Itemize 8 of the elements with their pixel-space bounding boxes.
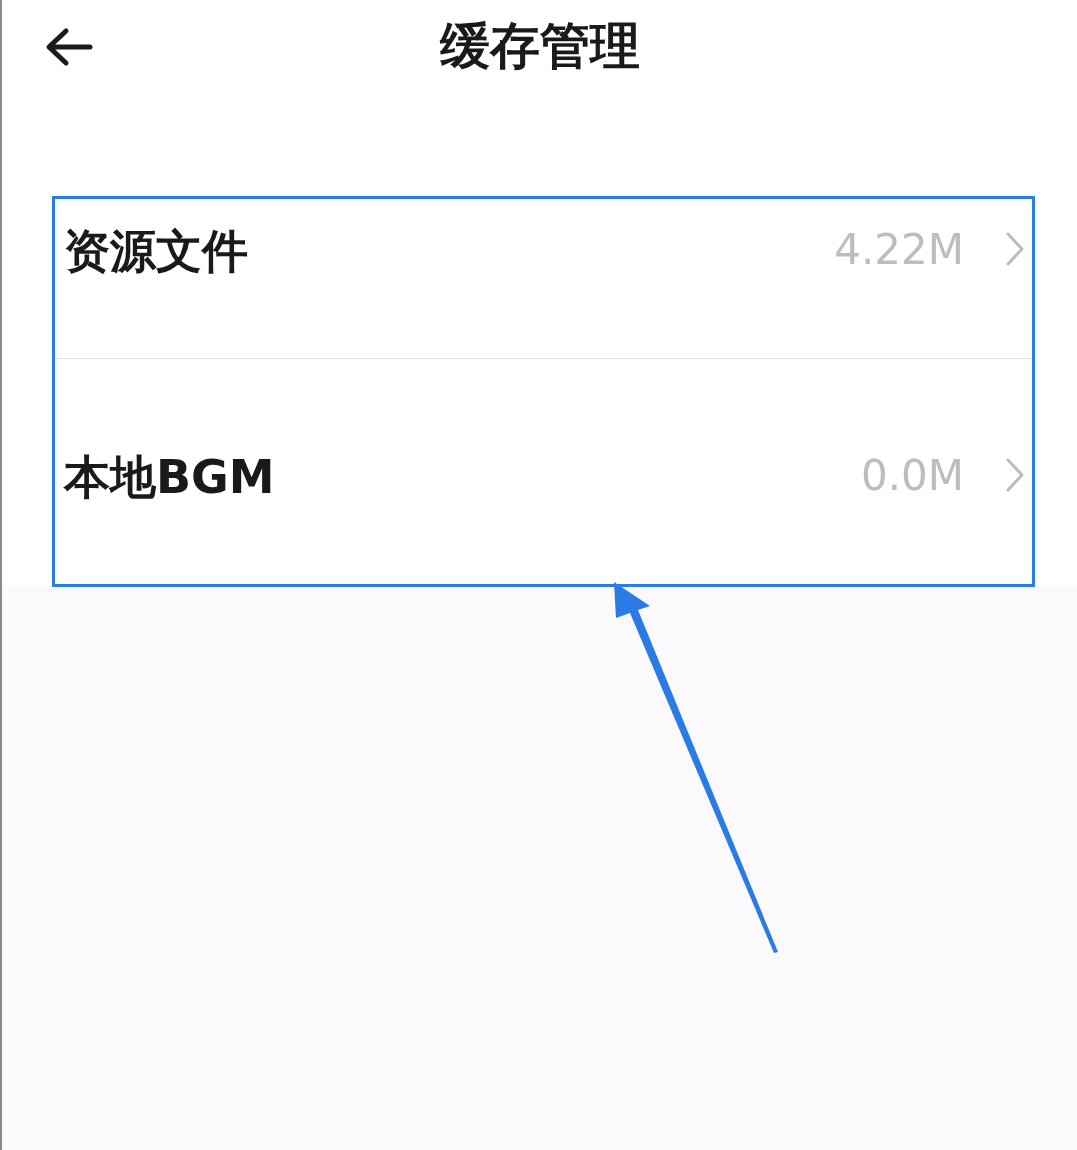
chevron-right-icon[interactable] bbox=[1004, 457, 1026, 493]
item-size: 4.22M bbox=[834, 225, 964, 274]
item-label[interactable]: 资源文件 bbox=[64, 221, 835, 283]
item-size: 0.0M bbox=[860, 451, 964, 500]
item-label[interactable]: 本地BGM bbox=[64, 447, 861, 509]
page-title: 缓存管理 bbox=[439, 15, 640, 77]
back-arrow-icon[interactable] bbox=[44, 26, 94, 68]
chevron-right-icon[interactable] bbox=[1004, 231, 1026, 267]
